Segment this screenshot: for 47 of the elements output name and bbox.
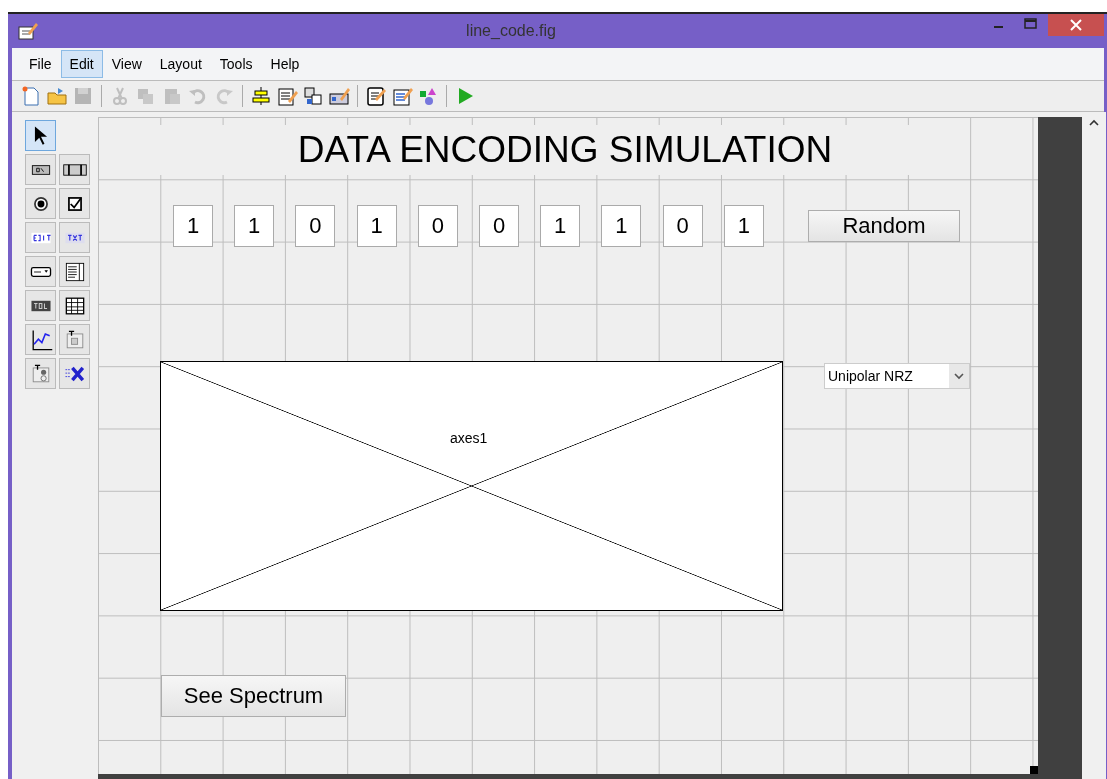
palette-button[interactable] bbox=[25, 188, 56, 219]
menu-item[interactable]: File bbox=[20, 50, 61, 78]
folder-icon[interactable] bbox=[46, 85, 68, 107]
popup-menu[interactable]: Unipolar NRZ bbox=[824, 363, 970, 389]
bit-field[interactable]: 1 bbox=[723, 205, 764, 247]
property-inspector-icon[interactable] bbox=[391, 85, 413, 107]
close-icon bbox=[1070, 19, 1082, 31]
bit-field[interactable]: 0 bbox=[662, 205, 703, 247]
palette-button[interactable] bbox=[25, 324, 56, 355]
menu-item[interactable]: Layout bbox=[150, 50, 211, 78]
bit-field[interactable]: 0 bbox=[295, 205, 336, 247]
bit-field[interactable]: 1 bbox=[356, 205, 397, 247]
align-icon[interactable] bbox=[250, 85, 272, 107]
new-document-icon[interactable] bbox=[20, 85, 42, 107]
palette-button[interactable] bbox=[59, 290, 90, 321]
menu-item[interactable]: Edit bbox=[60, 50, 103, 78]
menu-editor-icon[interactable] bbox=[276, 85, 298, 107]
menu-item[interactable]: Tools bbox=[210, 50, 262, 78]
chevron-down-icon bbox=[954, 372, 964, 380]
window-title: line_code.fig bbox=[465, 22, 557, 40]
random-button[interactable]: Random bbox=[808, 210, 960, 242]
palette-button[interactable] bbox=[25, 290, 56, 321]
see-spectrum-button[interactable]: See Spectrum bbox=[161, 675, 346, 717]
tab-order-icon[interactable] bbox=[302, 85, 324, 107]
bit-field[interactable]: 0 bbox=[417, 205, 458, 247]
bit-field[interactable]: 1 bbox=[173, 205, 213, 247]
app-icon bbox=[18, 21, 38, 41]
palette-button[interactable] bbox=[59, 358, 90, 389]
bit-field[interactable]: 1 bbox=[601, 205, 642, 247]
scroll-up-icon[interactable] bbox=[1087, 118, 1101, 128]
palette-button[interactable] bbox=[59, 188, 90, 219]
editor-icon[interactable] bbox=[365, 85, 387, 107]
bit-field[interactable]: 1 bbox=[234, 205, 275, 247]
bit-field[interactable]: 0 bbox=[479, 205, 519, 247]
menu-item[interactable]: View bbox=[102, 50, 151, 78]
scrollbar[interactable] bbox=[1082, 112, 1106, 779]
menu-item[interactable]: Help bbox=[261, 50, 309, 78]
palette-button[interactable] bbox=[25, 120, 56, 151]
palette-button[interactable] bbox=[25, 154, 56, 185]
palette-button[interactable] bbox=[59, 256, 90, 287]
resize-handle[interactable] bbox=[1030, 766, 1038, 774]
toolbar-editor-icon[interactable] bbox=[328, 85, 350, 107]
axes-label: axes1 bbox=[450, 430, 488, 446]
palette-button[interactable] bbox=[59, 154, 90, 185]
bit-field[interactable]: 1 bbox=[540, 205, 581, 247]
close-button[interactable] bbox=[1048, 14, 1104, 36]
palette-button[interactable] bbox=[25, 256, 56, 287]
